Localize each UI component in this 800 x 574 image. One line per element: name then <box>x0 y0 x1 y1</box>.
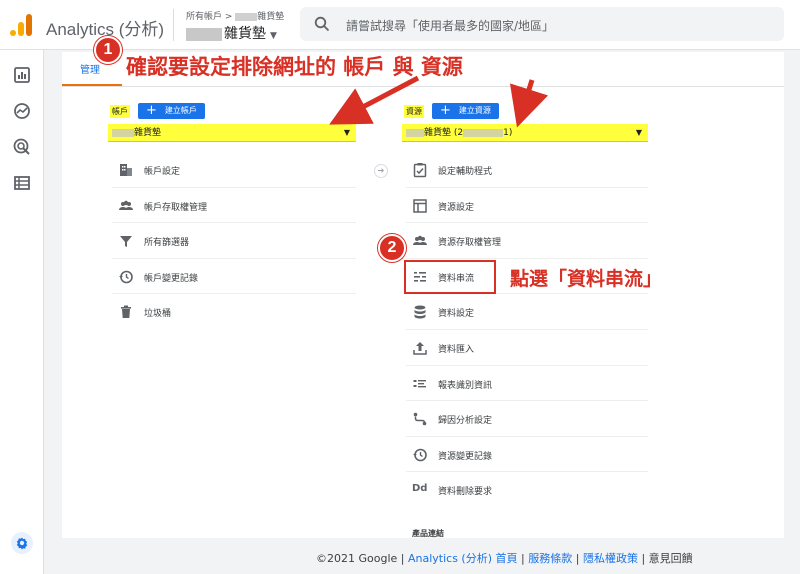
separator: | <box>575 552 580 565</box>
arrow-to-property-selector <box>509 79 549 128</box>
step-2-badge: 2 <box>378 234 406 262</box>
data-streams-highlight <box>404 260 496 294</box>
step-1-badge: 1 <box>94 36 122 64</box>
privacy-link[interactable]: 隱私權政策 <box>583 552 638 565</box>
copyright: ©2021 Google | <box>316 552 405 565</box>
step-2-instruction: 點選「資料串流」 <box>510 268 663 290</box>
feedback-link[interactable]: 意見回饋 <box>649 552 693 565</box>
annotation-arrows <box>329 75 549 128</box>
analytics-home-link[interactable]: Analytics (分析) 首頁 <box>408 552 518 565</box>
separator: | <box>521 552 525 565</box>
step-1-instruction: 確認要設定排除網址的 帳戶 與 資源 <box>126 55 463 79</box>
footer: ©2021 Google | Analytics (分析) 首頁 | 服務條款 … <box>316 550 693 566</box>
terms-link[interactable]: 服務條款 <box>528 552 572 565</box>
separator: | <box>641 552 646 565</box>
arrow-to-account-selector <box>329 75 420 125</box>
